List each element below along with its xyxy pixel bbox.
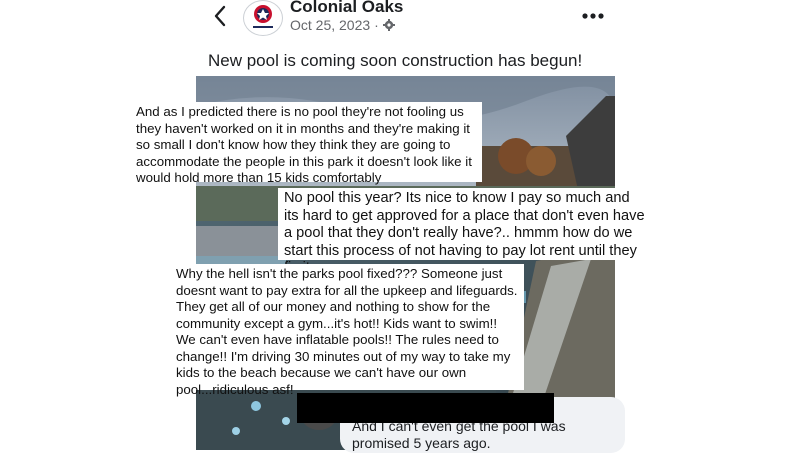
meta-separator: · <box>374 17 379 33</box>
more-options-button[interactable] <box>578 6 608 26</box>
post-text: New pool is coming soon construction has… <box>208 51 583 70</box>
screenshot-caption-2: No pool this year? Its nice to know I pa… <box>278 188 652 276</box>
comment-text: And I can't even get the pool I was prom… <box>352 418 566 451</box>
chevron-left-icon <box>214 5 226 27</box>
colonial-oaks-logo <box>253 5 273 28</box>
page-avatar[interactable] <box>243 0 283 36</box>
page-name[interactable]: Colonial Oaks <box>290 0 403 17</box>
post-header: Colonial Oaks Oct 25, 2023 · <box>0 0 799 40</box>
screenshot-caption-3: Why the hell isn't the parks pool fixed?… <box>170 264 524 397</box>
post-date[interactable]: Oct 25, 2023 <box>290 17 370 33</box>
post-meta: Oct 25, 2023 · <box>290 17 395 33</box>
screenshot-caption-1: And as I predicted there is no pool they… <box>130 102 482 185</box>
back-button[interactable] <box>208 2 234 30</box>
gear-icon <box>382 19 395 31</box>
redaction-bar <box>297 393 554 423</box>
more-horizontal-icon <box>582 13 604 19</box>
